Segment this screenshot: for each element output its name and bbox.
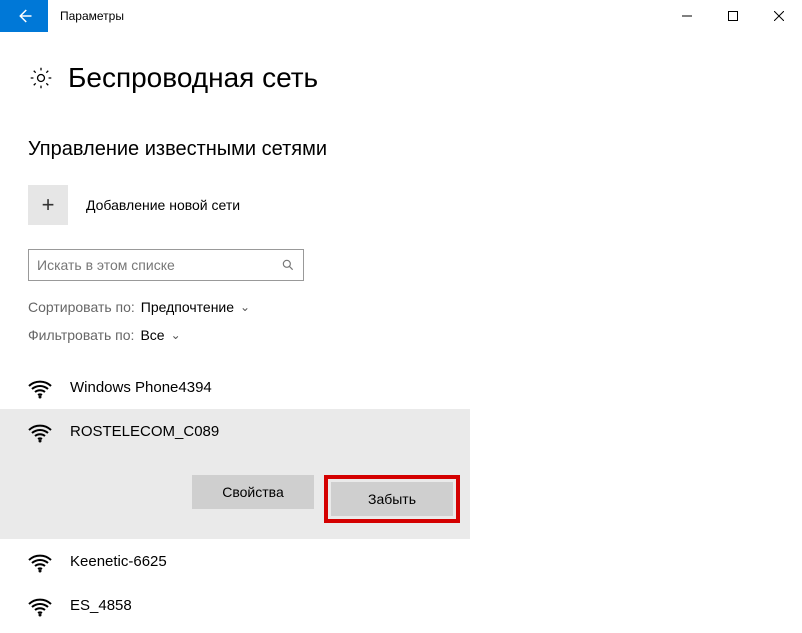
network-item[interactable]: Windows Phone4394 — [0, 365, 470, 409]
gear-icon — [28, 65, 54, 91]
wifi-icon — [28, 375, 52, 399]
network-name: Windows Phone4394 — [70, 379, 212, 396]
sort-value: Предпочтение — [141, 299, 234, 315]
forget-button[interactable]: Забыть — [331, 482, 453, 516]
filter-value: Все — [140, 327, 164, 343]
chevron-down-icon: ⌄ — [240, 300, 250, 314]
network-actions: Свойства Забыть — [28, 475, 470, 523]
chevron-down-icon: ⌄ — [171, 328, 181, 342]
page-title: Беспроводная сеть — [68, 62, 318, 94]
network-item[interactable]: Keenetic-6625 — [0, 539, 470, 583]
close-icon — [774, 11, 784, 21]
search-input[interactable]: Искать в этом списке — [28, 249, 304, 281]
minimize-icon — [682, 11, 692, 21]
filter-label: Фильтровать по: — [28, 327, 134, 343]
window-title: Параметры — [48, 0, 124, 32]
page-header: Беспроводная сеть — [28, 62, 774, 94]
section-title: Управление известными сетями — [28, 138, 774, 161]
add-network-button[interactable]: + — [28, 185, 68, 225]
titlebar: Параметры — [0, 0, 802, 32]
maximize-icon — [728, 11, 738, 21]
network-name: ES_4858 — [70, 597, 132, 614]
add-network-label: Добавление новой сети — [86, 197, 240, 213]
search-icon — [281, 258, 295, 272]
network-list: Windows Phone4394 ROSTELECOM_C089 Свойст… — [0, 365, 470, 627]
back-arrow-icon — [15, 7, 33, 25]
wifi-icon — [28, 549, 52, 573]
network-item-selected[interactable]: ROSTELECOM_C089 Свойства Забыть — [0, 409, 470, 539]
filter-dropdown[interactable]: Фильтровать по: Все ⌄ — [28, 327, 774, 343]
network-item[interactable]: ES_4858 — [0, 583, 470, 627]
properties-button[interactable]: Свойства — [192, 475, 314, 509]
wifi-icon — [28, 593, 52, 617]
wifi-icon — [28, 419, 52, 443]
maximize-button[interactable] — [710, 0, 756, 32]
sort-label: Сортировать по: — [28, 299, 135, 315]
minimize-button[interactable] — [664, 0, 710, 32]
network-name: Keenetic-6625 — [70, 553, 167, 570]
network-name: ROSTELECOM_C089 — [70, 423, 219, 440]
search-placeholder: Искать в этом списке — [37, 257, 281, 273]
add-network-row[interactable]: + Добавление новой сети — [28, 185, 774, 225]
window-controls — [664, 0, 802, 32]
highlight-annotation: Забыть — [324, 475, 460, 523]
sort-dropdown[interactable]: Сортировать по: Предпочтение ⌄ — [28, 299, 774, 315]
plus-icon: + — [42, 192, 55, 218]
back-button[interactable] — [0, 0, 48, 32]
content-area: Беспроводная сеть Управление известными … — [0, 32, 802, 627]
close-button[interactable] — [756, 0, 802, 32]
